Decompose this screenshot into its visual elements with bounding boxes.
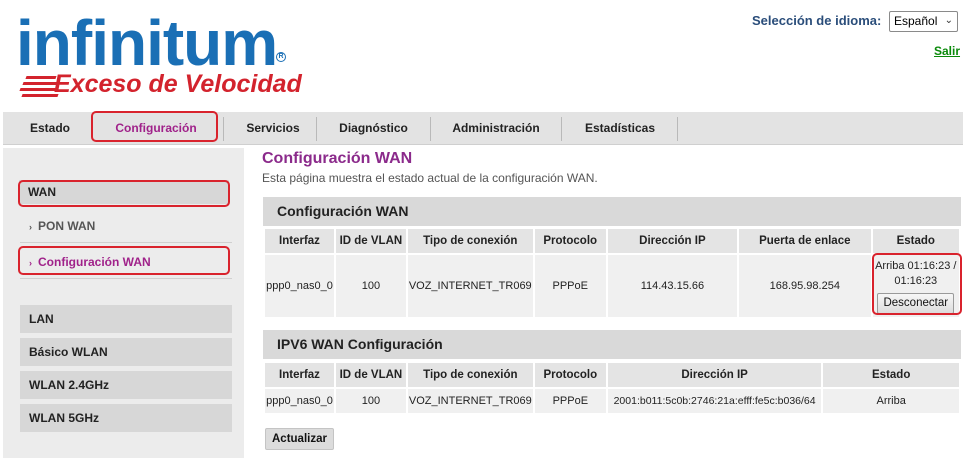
column-header: Protocolo [534, 363, 606, 387]
column-header: Estado [872, 229, 959, 253]
column-header: Tipo de conexión [407, 363, 533, 387]
table-row: ppp0_nas0_0 100 VOZ_INTERNET_TR069 PPPoE… [265, 389, 959, 413]
cell-vlan: 100 [335, 389, 406, 413]
highlight-box [18, 180, 230, 207]
nav-divider [223, 117, 224, 141]
language-select[interactable]: Español ⌄ [889, 11, 958, 32]
nav-divider [677, 117, 678, 141]
column-header: Dirección IP [607, 363, 822, 387]
sidebar-item-lan[interactable]: LAN [20, 305, 232, 333]
ipv4-wan-table: Interfaz ID de VLAN Tipo de conexión Pro… [263, 227, 961, 319]
highlight-box [872, 253, 962, 315]
cell-connection-type: VOZ_INTERNET_TR069 [407, 389, 533, 413]
nav-tab-estado[interactable]: Estado [21, 112, 79, 145]
cell-protocol: PPPoE [534, 255, 606, 317]
nav-tab-estadisticas[interactable]: Estadísticas [562, 112, 678, 145]
sidebar-item-wlan-5ghz[interactable]: WLAN 5GHz [20, 404, 232, 432]
nav-tab-diagnostico[interactable]: Diagnóstico [317, 112, 430, 145]
nav-tab-administracion[interactable]: Administración [431, 112, 561, 145]
language-label: Selección de idioma: [752, 13, 882, 28]
ipv6-section-heading: IPV6 WAN Configuración [263, 330, 961, 359]
ipv6-wan-table: Interfaz ID de VLAN Tipo de conexión Pro… [263, 361, 961, 415]
page-title: Configuración WAN [262, 150, 413, 167]
page-description: Esta página muestra el estado actual de … [262, 171, 598, 185]
nav-tab-servicios[interactable]: Servicios [229, 112, 317, 145]
chevron-right-icon: › [29, 222, 32, 232]
table-header-row: Interfaz ID de VLAN Tipo de conexión Pro… [265, 229, 959, 253]
cell-ip-address: 2001:b011:5c0b:2746:21a:efff:fe5c:b036/6… [607, 389, 822, 413]
logout-link[interactable]: Salir [934, 44, 960, 58]
column-header: Puerta de enlace [739, 229, 871, 253]
registered-mark: R [276, 52, 286, 62]
update-button[interactable]: Actualizar [265, 428, 334, 450]
brand-name: infinitum [16, 7, 278, 79]
brand-logo: infinitum R Exceso de Velocidad [14, 7, 302, 103]
column-header: Interfaz [265, 363, 334, 387]
column-header: Interfaz [265, 229, 334, 253]
cell-vlan: 100 [335, 255, 406, 317]
chevron-down-icon: ⌄ [944, 15, 953, 26]
ipv4-section-heading: Configuración WAN [263, 197, 961, 226]
column-header: Protocolo [534, 229, 606, 253]
column-header: ID de VLAN [335, 229, 406, 253]
column-header: ID de VLAN [335, 363, 406, 387]
sidebar-item-label: PON WAN [38, 219, 96, 233]
highlight-box [18, 246, 230, 275]
cell-gateway: 168.95.98.254 [739, 255, 871, 317]
cell-status: Arriba [823, 389, 959, 413]
cell-protocol: PPPoE [534, 389, 606, 413]
cell-interface: ppp0_nas0_0 [265, 255, 334, 317]
column-header: Dirección IP [607, 229, 738, 253]
language-select-value: Español [894, 14, 938, 28]
cell-connection-type: VOZ_INTERNET_TR069 [407, 255, 533, 317]
sidebar-divider [20, 278, 232, 279]
table-header-row: Interfaz ID de VLAN Tipo de conexión Pro… [265, 363, 959, 387]
cell-ip-address: 114.43.15.66 [607, 255, 738, 317]
sidebar-divider [20, 242, 232, 243]
column-header: Tipo de conexión [407, 229, 533, 253]
sidebar-item-wlan-24ghz[interactable]: WLAN 2.4GHz [20, 371, 232, 399]
table-row: ppp0_nas0_0 100 VOZ_INTERNET_TR069 PPPoE… [265, 255, 959, 317]
column-header: Estado [823, 363, 959, 387]
brand-tagline: Exceso de Velocidad [54, 70, 302, 98]
highlight-box [91, 111, 218, 142]
sidebar-item-basic-wlan[interactable]: Básico WLAN [20, 338, 232, 366]
cell-interface: ppp0_nas0_0 [265, 389, 334, 413]
speed-lines-icon [19, 74, 59, 100]
sidebar-item-pon-wan[interactable]: › PON WAN [29, 219, 95, 233]
